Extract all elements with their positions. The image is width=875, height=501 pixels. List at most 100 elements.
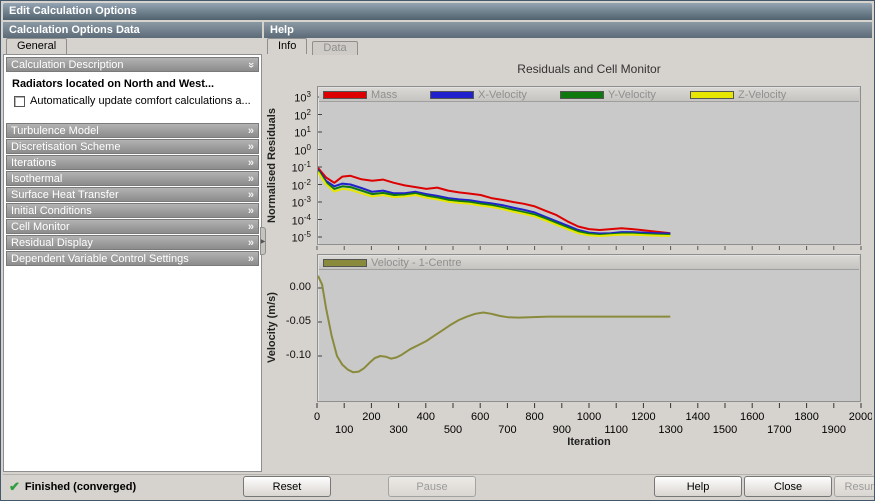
help-panel-header: Help (264, 22, 872, 38)
y-tick-label: 10-5 (292, 230, 311, 245)
residuals-chart-svg (318, 87, 860, 244)
x-tick-label: 1500 (713, 424, 737, 436)
close-button[interactable]: Close (744, 476, 832, 497)
series-line-velocity-1-centre (318, 276, 670, 373)
legend-swatch-icon (323, 91, 367, 99)
y-tick-label: 10-1 (292, 160, 311, 175)
panel-splitter-handle[interactable]: ▶ (260, 227, 266, 255)
help-tab-row: Info Data (264, 38, 872, 54)
auto-update-comfort-row[interactable]: Automatically update comfort calculation… (14, 95, 255, 107)
chevron-double-right-icon: » (248, 157, 254, 169)
section-header-surface-heat-transfer[interactable]: Surface Heat Transfer » (6, 187, 259, 202)
y-tick-label: 103 (294, 90, 311, 105)
calculation-description-content: Radiators located on North and West... A… (6, 73, 259, 123)
legend-item: Z-Velocity (690, 90, 786, 100)
dialog-titlebar[interactable]: Edit Calculation Options (3, 3, 872, 20)
residuals-x-ticks (264, 246, 872, 251)
reset-button[interactable]: Reset (243, 476, 331, 497)
checkbox-label: Automatically update comfort calculation… (30, 95, 251, 107)
x-tick-label: 1200 (631, 411, 655, 423)
y-tick-label: 10-2 (292, 178, 311, 193)
check-icon: ✔ (9, 479, 20, 495)
tab-data: Data (312, 41, 357, 55)
x-tick-label: 0 (314, 411, 320, 423)
status-text: Finished (converged) (25, 481, 136, 493)
splitter-arrow-icon: ▶ (261, 238, 266, 245)
x-tick-label: 1700 (767, 424, 791, 436)
edit-calculation-options-dialog: Edit Calculation Options Calculation Opt… (0, 0, 875, 501)
x-tick-label: 2000 (849, 411, 872, 423)
section-header-turbulence-model[interactable]: Turbulence Model » (6, 123, 259, 138)
x-tick-label: 1000 (577, 411, 601, 423)
series-line-mass (318, 168, 670, 233)
tab-general[interactable]: General (6, 38, 67, 54)
section-header-isothermal[interactable]: Isothermal » (6, 171, 259, 186)
y-tick-label: 0.00 (290, 281, 311, 293)
x-tick-label: 1600 (740, 411, 764, 423)
y-tick-label: 102 (294, 108, 311, 123)
chevron-double-right-icon: » (248, 141, 254, 153)
residuals-legend: MassX-VelocityY-VelocityZ-Velocity (319, 88, 859, 102)
x-tick-label: 200 (362, 411, 380, 423)
legend-swatch-icon (690, 91, 734, 99)
legend-label: Z-Velocity (738, 90, 786, 100)
x-tick-label: 1300 (658, 424, 682, 436)
legend-label: Y-Velocity (608, 90, 656, 100)
legend-swatch-icon (560, 91, 604, 99)
pause-button: Pause (388, 476, 476, 497)
y-tick-label: -0.10 (286, 349, 311, 361)
chevron-double-right-icon: » (248, 189, 254, 201)
residuals-y-tick-labels: 10310210110010-110-210-310-410-5 (264, 87, 314, 244)
chevron-double-down-icon: » (245, 61, 257, 67)
status-bar: ✔ Finished (converged) Reset Pause Help … (3, 474, 872, 498)
dialog-title: Edit Calculation Options (9, 5, 137, 17)
x-tick-label: 1900 (822, 424, 846, 436)
x-axis-label: Iteration (317, 436, 861, 448)
section-header-iterations[interactable]: Iterations » (6, 155, 259, 170)
x-tick-label: 700 (498, 424, 516, 436)
help-panel: Help Info Data Residuals and Cell Monito… (264, 22, 872, 472)
x-tick-label: 100 (335, 424, 353, 436)
y-tick-label: 101 (294, 125, 311, 140)
section-header-residual-display[interactable]: Residual Display » (6, 235, 259, 250)
dialog-body: Calculation Options Data General Calcula… (3, 22, 872, 472)
left-panel-header: Calculation Options Data (3, 22, 262, 38)
resume-button: Resume (834, 476, 875, 497)
legend-swatch-icon (430, 91, 474, 99)
chart-title: Residuals and Cell Monitor (317, 62, 861, 76)
y-tick-label: 10-4 (292, 213, 311, 228)
legend-item: Velocity - 1-Centre (323, 258, 461, 268)
section-header-dependent-variable-control-settings[interactable]: Dependent Variable Control Settings » (6, 251, 259, 266)
cell-monitor-chart-svg (318, 255, 860, 401)
chevron-double-right-icon: » (248, 125, 254, 137)
legend-item: X-Velocity (430, 90, 527, 100)
chevron-double-right-icon: » (248, 253, 254, 265)
cell-monitor-plot: Velocity - 1-Centre (317, 254, 861, 402)
section-header-initial-conditions[interactable]: Initial Conditions » (6, 203, 259, 218)
section-header-cell-monitor[interactable]: Cell Monitor » (6, 219, 259, 234)
x-tick-label: 800 (525, 411, 543, 423)
help-button[interactable]: Help (654, 476, 742, 497)
chevron-double-right-icon: » (248, 205, 254, 217)
x-tick-label: 400 (417, 411, 435, 423)
y-tick-label: -0.05 (286, 315, 311, 327)
options-accordion: Calculation Description » Radiators loca… (3, 54, 262, 472)
calculation-description-text: Radiators located on North and West... (12, 78, 255, 90)
x-tick-label: 1400 (686, 411, 710, 423)
section-header-discretisation-scheme[interactable]: Discretisation Scheme » (6, 139, 259, 154)
tab-info[interactable]: Info (267, 38, 307, 54)
iteration-axis: 0200400600800100012001400160018002000100… (264, 403, 872, 439)
legend-label: Velocity - 1-Centre (371, 258, 461, 268)
x-tick-label: 1100 (604, 424, 628, 436)
residuals-plot: MassX-VelocityY-VelocityZ-Velocity (317, 86, 861, 245)
chevron-double-right-icon: » (248, 221, 254, 233)
chevron-double-right-icon: » (248, 173, 254, 185)
legend-swatch-icon (323, 259, 367, 267)
checkbox-unchecked-icon[interactable] (14, 96, 25, 107)
x-tick-label: 600 (471, 411, 489, 423)
velocity-y-tick-labels: 0.00 -0.05 -0.10 (264, 255, 314, 401)
x-tick-label: 900 (553, 424, 571, 436)
x-tick-label: 300 (389, 424, 407, 436)
legend-label: X-Velocity (478, 90, 527, 100)
section-header-calculation-description[interactable]: Calculation Description » (6, 57, 259, 72)
